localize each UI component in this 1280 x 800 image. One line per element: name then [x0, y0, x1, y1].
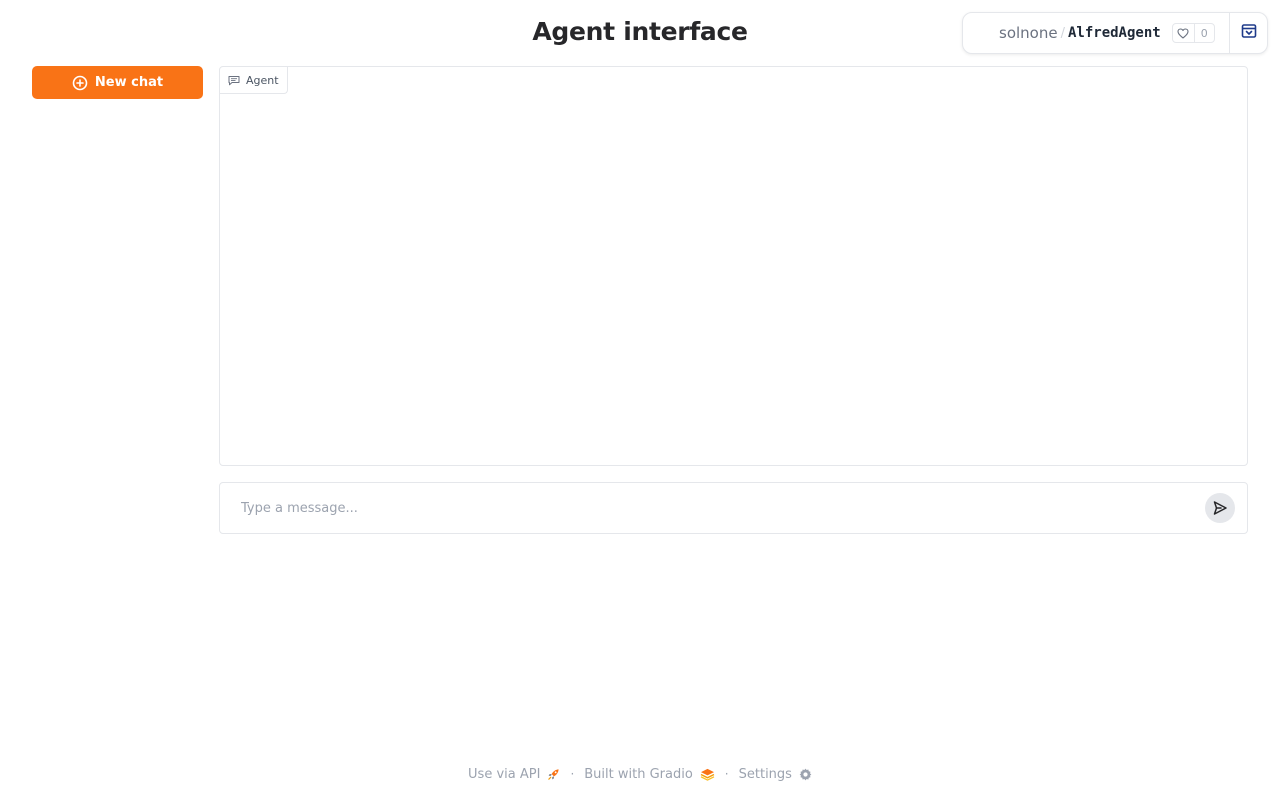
collapse-window-button[interactable] [1229, 13, 1267, 53]
send-icon [1212, 500, 1228, 516]
like-group[interactable]: 0 [1171, 23, 1215, 43]
send-button[interactable] [1205, 493, 1235, 523]
like-count: 0 [1200, 26, 1208, 40]
message-composer [219, 482, 1248, 534]
message-input[interactable] [232, 493, 1202, 523]
space-owner[interactable]: solnone [999, 24, 1058, 42]
space-name[interactable]: AlfredAgent [1068, 25, 1161, 41]
settings-link[interactable]: Settings [739, 767, 812, 782]
space-link[interactable]: solnone / AlfredAgent 0 [963, 13, 1229, 53]
gear-icon [799, 768, 812, 781]
chat-bubble-icon [228, 75, 240, 86]
new-chat-button[interactable]: New chat [32, 66, 203, 99]
heart-icon[interactable] [1173, 24, 1195, 42]
use-via-api-label: Use via API [468, 766, 541, 782]
built-with-gradio-label: Built with Gradio [584, 766, 693, 782]
settings-label: Settings [738, 766, 792, 782]
footer-separator: · [570, 767, 575, 781]
new-chat-label: New chat [94, 75, 164, 90]
space-separator: / [1060, 25, 1065, 41]
use-via-api-link[interactable]: Use via API [468, 767, 560, 782]
space-badge: solnone / AlfredAgent 0 [962, 12, 1268, 54]
plus-circle-icon [72, 75, 88, 91]
chatbot-panel: Agent [219, 66, 1248, 466]
built-with-gradio-link[interactable]: Built with Gradio [584, 767, 715, 782]
footer-separator: · [724, 767, 729, 781]
footer: Use via API · Built with Gradio · Settin… [0, 764, 1280, 784]
chatbot-label-text: Agent [246, 73, 279, 87]
rocket-icon [547, 768, 560, 781]
collapse-window-icon [1241, 23, 1257, 43]
gradio-logo-icon [700, 768, 715, 781]
chatbot-label: Agent [220, 67, 288, 94]
